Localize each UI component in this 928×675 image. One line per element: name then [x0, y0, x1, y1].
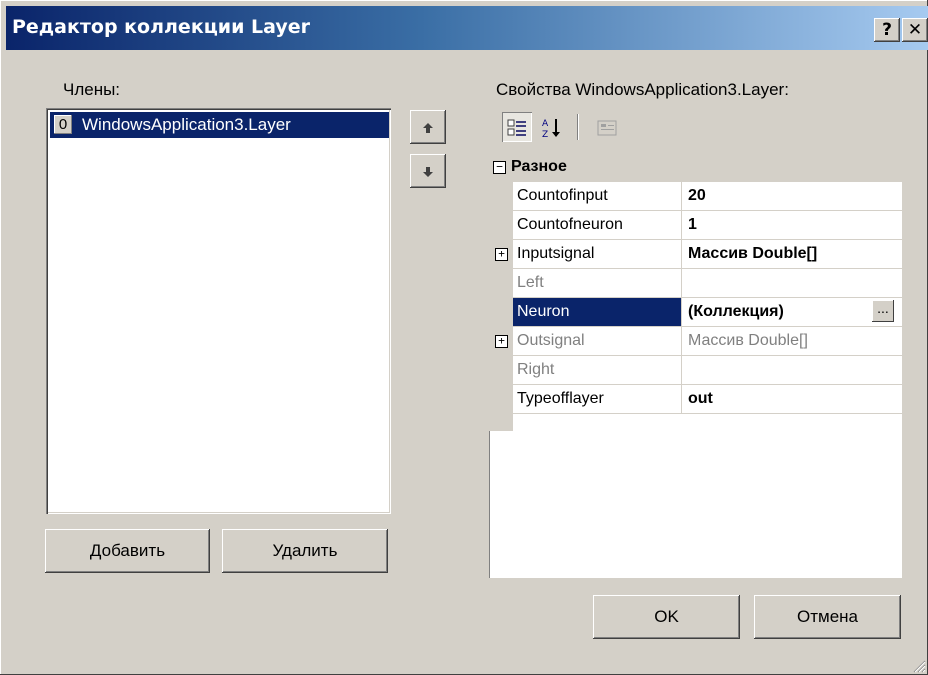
- remove-button[interactable]: Удалить: [222, 529, 388, 573]
- member-name: WindowsApplication3.Layer: [82, 115, 291, 134]
- property-grid[interactable]: − Разное Countofinput 20 Countofneuron 1 + In…: [489, 153, 902, 578]
- property-row[interactable]: Countofinput 20: [489, 182, 902, 211]
- members-list[interactable]: [46, 108, 391, 514]
- property-row[interactable]: Right: [489, 356, 902, 385]
- help-button[interactable]: ?: [874, 18, 900, 42]
- column-divider: [681, 385, 682, 414]
- column-divider: [681, 298, 682, 327]
- alphabetical-button[interactable]: A Z: [537, 112, 567, 142]
- column-divider: [681, 269, 682, 298]
- cancel-button[interactable]: Отмена: [754, 595, 901, 639]
- close-button[interactable]: ✕: [902, 18, 928, 42]
- property-row[interactable]: Countofneuron 1: [489, 211, 902, 240]
- column-divider: [681, 182, 682, 211]
- property-value[interactable]: out: [688, 390, 713, 408]
- property-value[interactable]: Массив Double[]: [688, 245, 817, 263]
- category-name: Разное: [511, 158, 567, 175]
- alphabetical-icon: A Z: [542, 118, 560, 140]
- collapse-icon[interactable]: −: [493, 161, 506, 174]
- arrow-up-icon: [423, 123, 433, 134]
- property-row[interactable]: + Inputsignal Массив Double[]: [489, 240, 902, 269]
- expand-icon[interactable]: +: [495, 248, 508, 261]
- property-name: Countofinput: [517, 187, 608, 204]
- property-value[interactable]: 20: [688, 187, 706, 205]
- window-title: Редактор коллекции Layer: [12, 16, 311, 38]
- property-row[interactable]: Neuron (Коллекция)...: [489, 298, 902, 327]
- svg-text:Z: Z: [542, 130, 548, 139]
- column-divider: [681, 356, 682, 385]
- arrow-down-icon: [423, 167, 433, 178]
- add-button[interactable]: Добавить: [45, 529, 210, 573]
- member-index: 0: [54, 115, 72, 134]
- property-row[interactable]: Typeofflayer out: [489, 385, 902, 414]
- move-up-button[interactable]: [410, 110, 446, 144]
- property-row[interactable]: + Outsignal Массив Double[]: [489, 327, 902, 356]
- categorized-button[interactable]: [502, 112, 532, 142]
- property-row[interactable]: Left: [489, 269, 902, 298]
- property-value[interactable]: Массив Double[]: [688, 332, 808, 350]
- column-divider: [681, 327, 682, 356]
- property-name: Countofneuron: [517, 216, 623, 233]
- categorized-icon: [507, 119, 526, 136]
- toolbar-separator: [577, 114, 578, 140]
- ellipsis-button[interactable]: ...: [872, 300, 894, 322]
- svg-text:A: A: [542, 119, 549, 129]
- column-divider: [681, 211, 682, 240]
- expand-icon[interactable]: +: [495, 335, 508, 348]
- property-name: Left: [517, 274, 544, 291]
- title-bar[interactable]: Редактор коллекции Layer ? ✕: [6, 6, 928, 50]
- members-label: Члены:: [63, 80, 121, 99]
- property-name: Neuron: [517, 303, 570, 320]
- column-divider: [681, 240, 682, 269]
- property-value[interactable]: (Коллекция): [688, 303, 784, 321]
- property-name: Outsignal: [517, 332, 585, 349]
- property-name: Typeofflayer: [517, 390, 604, 407]
- property-name: Inputsignal: [517, 245, 595, 262]
- properties-label: Свойства WindowsApplication3.Layer:: [496, 80, 789, 99]
- row-divider: [513, 413, 902, 414]
- property-pages-icon: [597, 120, 617, 136]
- property-pages-button[interactable]: [592, 112, 622, 142]
- move-down-button[interactable]: [410, 154, 446, 188]
- collection-editor-dialog: Редактор коллекции Layer ? ✕ Члены: 0 Wi…: [0, 0, 928, 675]
- category-row[interactable]: − Разное: [489, 153, 902, 182]
- ok-button[interactable]: OK: [593, 595, 740, 639]
- property-name: Right: [517, 361, 555, 378]
- resize-grip-icon[interactable]: [910, 657, 926, 673]
- property-value[interactable]: 1: [688, 216, 697, 234]
- members-list-item[interactable]: 0 WindowsApplication3.Layer: [50, 112, 389, 138]
